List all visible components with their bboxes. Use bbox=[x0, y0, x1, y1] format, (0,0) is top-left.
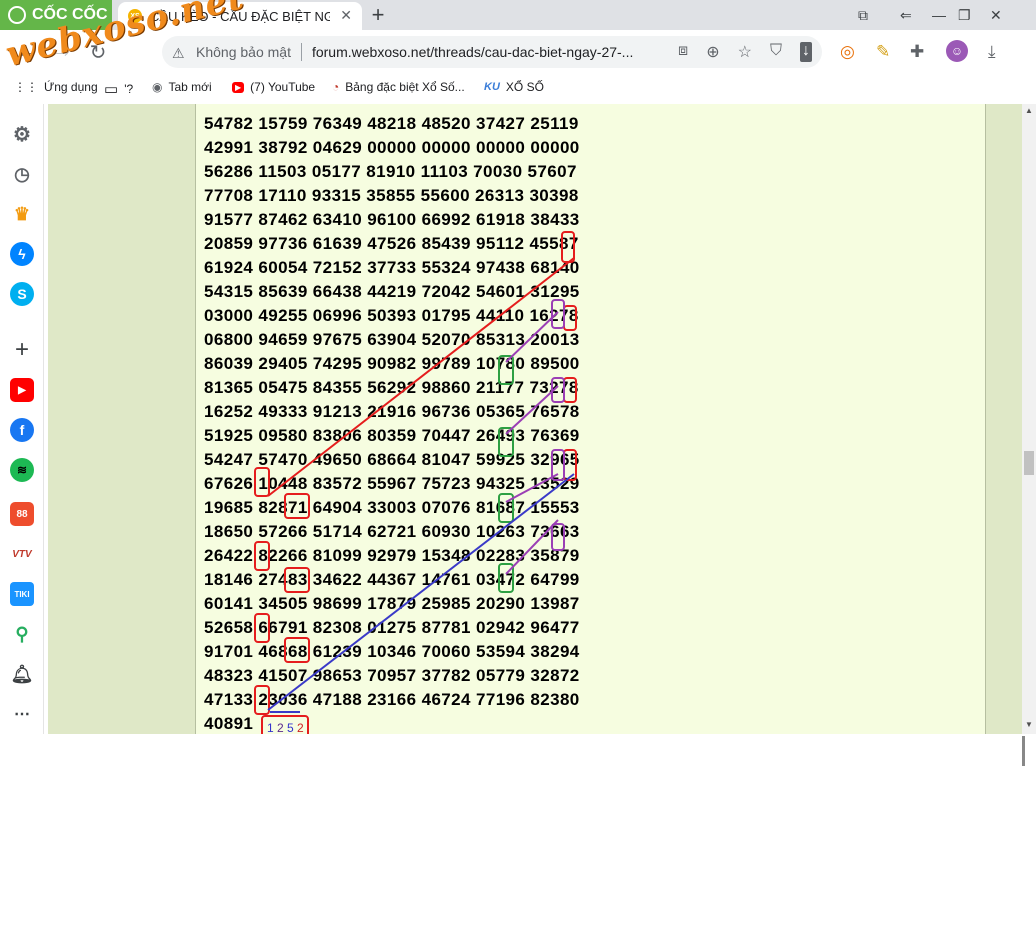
game-icon[interactable]: ⚲ bbox=[10, 622, 34, 646]
globe-icon: ◉ bbox=[152, 80, 163, 94]
pattern-overlay: 1252 bbox=[254, 231, 577, 734]
add-icon[interactable]: + bbox=[10, 336, 34, 363]
shopee-icon[interactable]: 88 bbox=[10, 502, 34, 526]
back-arrow-icon[interactable]: ⇐ bbox=[900, 0, 912, 30]
scrollbar-thumb[interactable] bbox=[1024, 451, 1034, 475]
bookmark-label: Bảng đặc biệt Xổ Số... bbox=[345, 80, 465, 94]
browser-window: CỐC CỐC XS CẦU KÈO - CẦU ĐẶC BIỆT NGÀY ✕… bbox=[0, 0, 1036, 952]
coccoc-logo-icon bbox=[8, 6, 26, 24]
close-tab-icon[interactable]: ✕ bbox=[340, 7, 352, 24]
youtube-icon[interactable]: ▶ bbox=[10, 378, 34, 402]
star-icon[interactable]: ☆ bbox=[738, 42, 752, 62]
ku-icon: KU bbox=[484, 81, 500, 93]
skype-icon[interactable]: S bbox=[10, 282, 34, 306]
pattern-line-purple bbox=[505, 311, 559, 363]
bookmark-label: (7) YouTube bbox=[250, 80, 316, 94]
vtv-go-icon[interactable]: VTV bbox=[10, 542, 34, 566]
highlight-box-purple bbox=[551, 299, 565, 329]
highlight-box-purple bbox=[551, 523, 565, 551]
result-digit: 2 bbox=[297, 721, 304, 734]
address-bar[interactable]: ⚠ Không bảo mật forum.webxoso.net/thread… bbox=[162, 36, 822, 68]
youtube-icon: ▶ bbox=[232, 81, 245, 93]
window-edge bbox=[1022, 736, 1025, 766]
bookmark-xoso-table[interactable]: ◔ Bảng đặc biệt Xổ Số... bbox=[332, 80, 465, 94]
bookmark-youtube[interactable]: ▶ (7) YouTube bbox=[232, 80, 315, 94]
highlight-box-red bbox=[254, 685, 270, 715]
result-digit: 5 bbox=[287, 721, 294, 734]
highlight-box-red bbox=[254, 613, 270, 643]
user-info-column bbox=[48, 104, 196, 734]
facebook-icon[interactable]: f bbox=[10, 418, 34, 442]
restore-button[interactable]: ❐ bbox=[958, 0, 971, 30]
highlight-box-green bbox=[498, 355, 514, 385]
blocked-popup-icon[interactable]: ⧈ bbox=[678, 42, 688, 62]
highlight-box-red bbox=[561, 231, 575, 263]
bookmark-folder[interactable]: ▭ '? bbox=[104, 80, 133, 98]
blank-area bbox=[0, 734, 1036, 952]
tab-search-icon[interactable]: ⧉ bbox=[858, 0, 868, 30]
url-text[interactable]: forum.webxoso.net/threads/cau-dac-biet-n… bbox=[312, 44, 633, 60]
bookmark-label: Ứng dụng bbox=[44, 80, 98, 94]
highlight-box-green bbox=[498, 493, 514, 523]
new-tab-button[interactable]: + bbox=[366, 2, 390, 28]
bookmark-site-icon: ◔ bbox=[332, 80, 340, 94]
apps-icon: ⋮⋮ bbox=[14, 80, 38, 94]
bookmark-new-tab[interactable]: ◉ Tab mới bbox=[152, 80, 212, 94]
highlight-box-red bbox=[254, 467, 270, 497]
puzzle-extension-icon[interactable]: ✚ bbox=[910, 42, 924, 62]
coccoc-extension-icon[interactable]: ◎ bbox=[840, 42, 855, 62]
result-digit: 2 bbox=[277, 721, 284, 734]
scroll-up-arrow-icon[interactable]: ▲ bbox=[1025, 106, 1033, 115]
download-site-icon[interactable]: ↓ bbox=[800, 42, 812, 62]
bookmark-apps[interactable]: ⋮⋮ Ứng dụng bbox=[14, 80, 98, 94]
minimize-button[interactable]: — bbox=[932, 0, 946, 30]
highlight-box-red bbox=[284, 567, 310, 593]
scroll-down-arrow-icon[interactable]: ▼ bbox=[1025, 720, 1033, 729]
crown-icon[interactable]: ♛ bbox=[10, 202, 34, 226]
highlight-box-red bbox=[563, 449, 577, 481]
bookmark-label: XỔ SỐ bbox=[505, 80, 544, 94]
highlight-box-red bbox=[254, 541, 270, 571]
pattern-line-purple bbox=[505, 519, 559, 575]
shield-icon[interactable]: ⛉ bbox=[770, 42, 782, 62]
download-icon[interactable]: ⤓ bbox=[988, 42, 996, 62]
highlight-box-red bbox=[563, 305, 577, 331]
highlight-box-green bbox=[498, 427, 514, 457]
highlight-box-red bbox=[563, 377, 577, 403]
bookmark-label: '? bbox=[124, 82, 134, 96]
spotify-icon[interactable]: ≋ bbox=[10, 458, 34, 482]
pencil-icon[interactable]: ✎ bbox=[876, 42, 890, 62]
pattern-line-purple bbox=[505, 473, 559, 503]
messenger-icon[interactable]: ϟ bbox=[10, 242, 34, 266]
bell-icon[interactable]: 🔔︎ bbox=[10, 662, 34, 686]
pattern-line-red bbox=[267, 257, 575, 497]
page-content: 54782 15759 76349 48218 48520 37427 2511… bbox=[44, 104, 1022, 734]
close-window-button[interactable]: ✕ bbox=[990, 0, 1002, 30]
folder-icon: ▭ bbox=[104, 81, 119, 98]
tiki-icon[interactable]: TIKI bbox=[10, 582, 34, 606]
zoom-icon[interactable]: ⊕ bbox=[706, 42, 719, 62]
security-label[interactable]: Không bảo mật bbox=[196, 44, 291, 60]
result-digit: 1 bbox=[267, 721, 274, 734]
highlight-box-red bbox=[284, 637, 310, 663]
history-icon[interactable]: ◷ bbox=[10, 162, 34, 186]
profile-avatar[interactable]: ☺ bbox=[946, 40, 968, 62]
bookmark-xoso[interactable]: KU XỔ SỐ bbox=[484, 80, 544, 94]
pattern-line-purple bbox=[505, 385, 559, 435]
highlight-box-red bbox=[284, 493, 310, 519]
pattern-line-blue bbox=[267, 473, 575, 711]
warning-icon[interactable]: ⚠ bbox=[172, 45, 188, 61]
right-margin-column bbox=[986, 104, 1022, 734]
divider bbox=[300, 43, 302, 61]
forum-post: 54782 15759 76349 48218 48520 37427 2511… bbox=[195, 104, 986, 734]
bookmark-label: Tab mới bbox=[168, 80, 212, 94]
more-icon[interactable]: ⋯ bbox=[10, 702, 34, 726]
vertical-scrollbar[interactable]: ▲ ▼ bbox=[1022, 104, 1036, 734]
sidebar: ⚙ ◷ ♛ ϟ S + ▶ f ≋ 88 VTV TIKI ⚲ 🔔︎ ⋯ bbox=[0, 104, 44, 734]
bookmarks-bar: ⋮⋮ Ứng dụng ▭ '? ◉ Tab mới ▶ (7) YouTube… bbox=[0, 74, 1036, 102]
gear-icon[interactable]: ⚙ bbox=[10, 122, 34, 146]
